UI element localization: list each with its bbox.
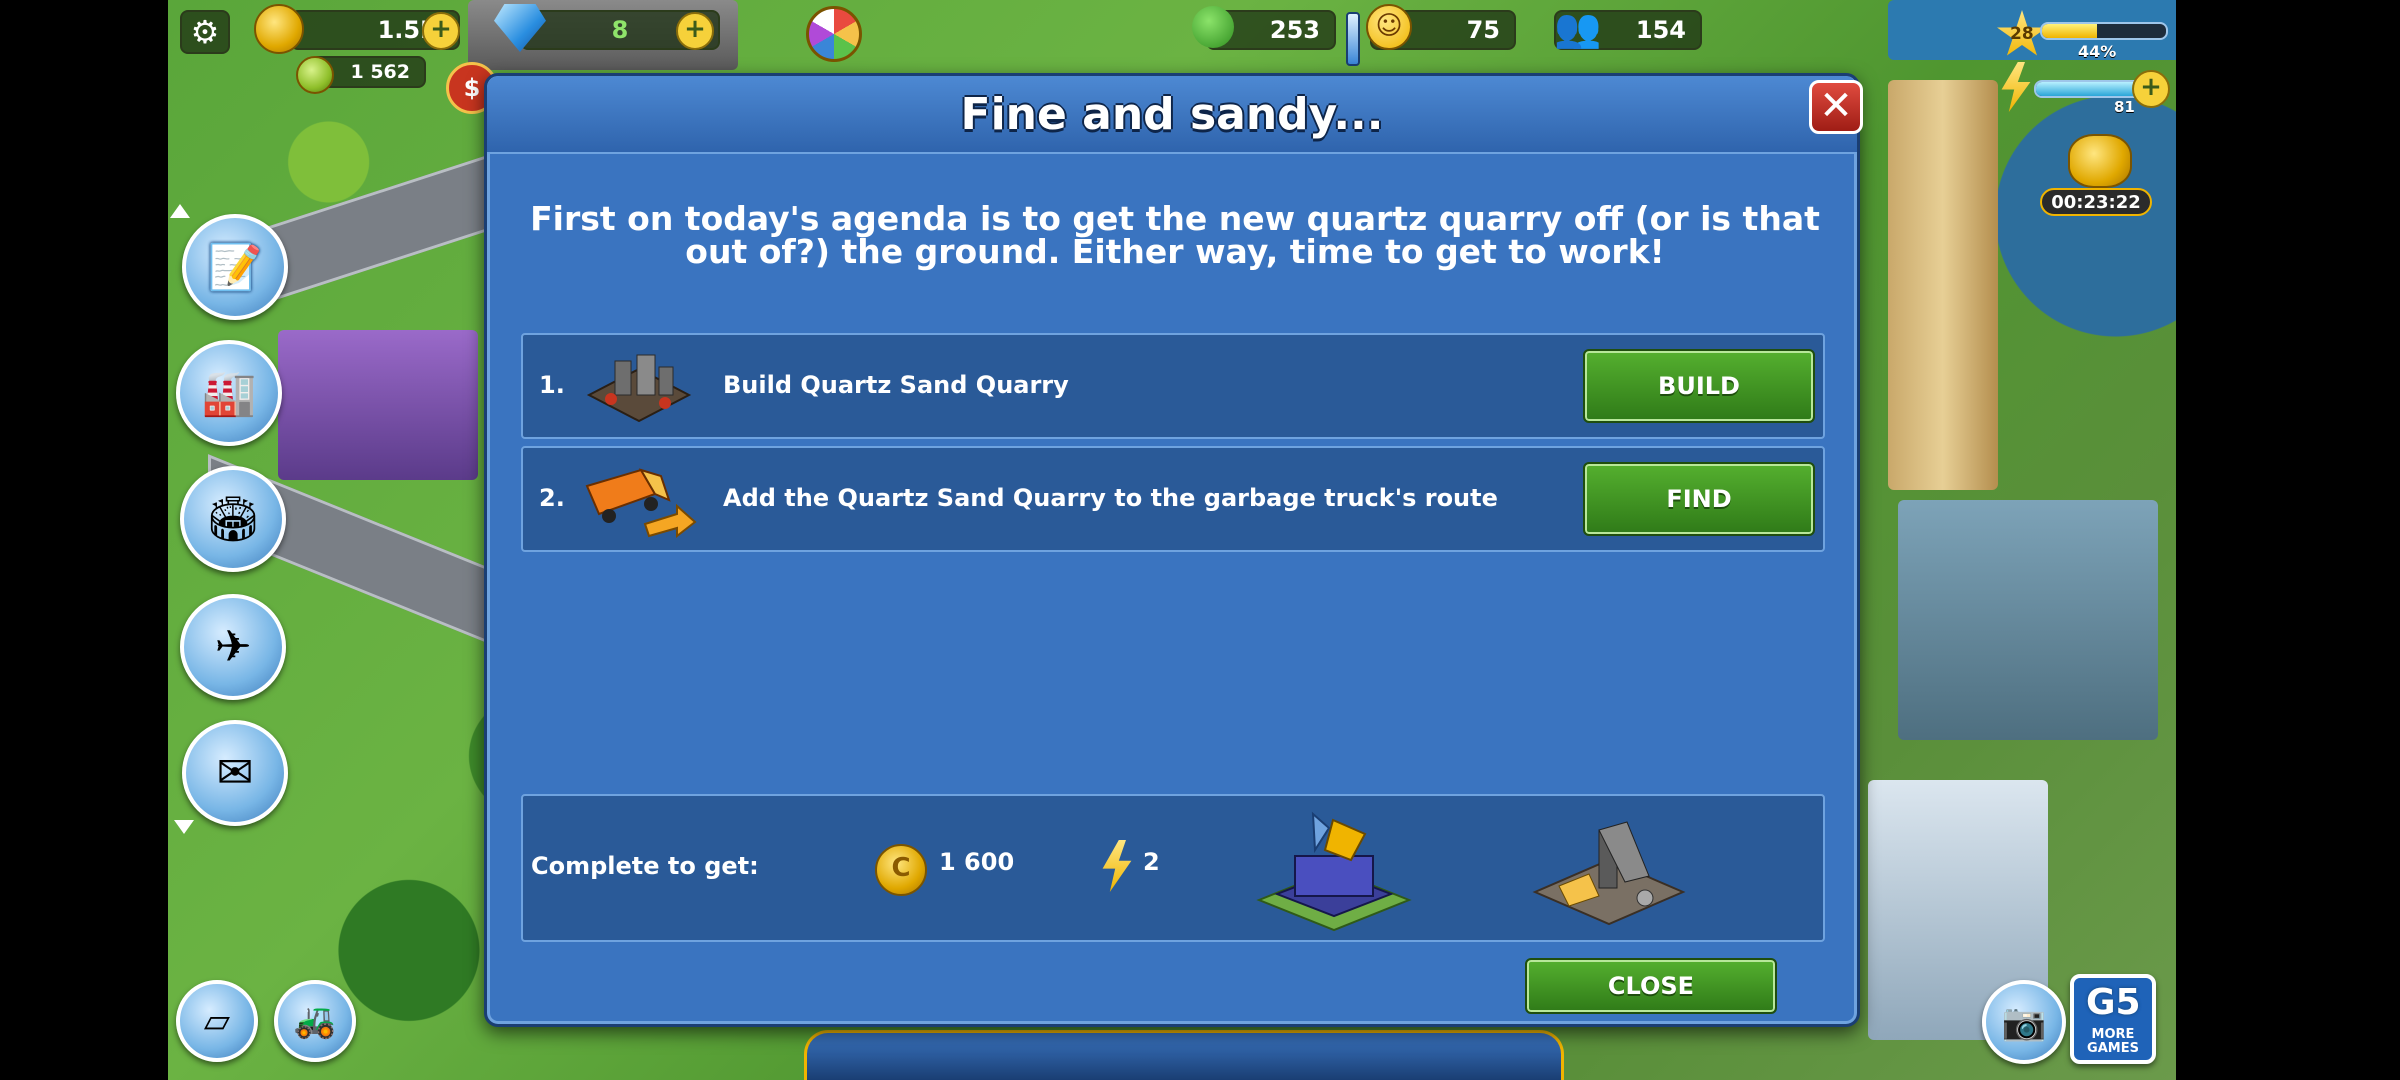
stadium-button[interactable]: 🏟 [180,466,286,572]
task-row: 1. Build Quartz Sand Quarry BUILD [521,333,1825,439]
airport-button[interactable]: ✈ [180,594,286,700]
airport-icon: ✈ [214,621,252,673]
bonus-timer-value: 00:23:22 [2051,192,2141,213]
g5-mail-button[interactable]: ✉ [182,720,288,826]
xp-bar-fill [2042,24,2097,38]
smiley-icon: ☺ [1366,4,1412,50]
energy-value: 81 [2114,98,2135,116]
energy-bar-fill [2036,82,2137,96]
g5-logo-icon: G5 [2086,982,2141,1023]
camera-icon: 📷 [2001,1002,2047,1043]
population-icon: 👥 [1554,6,1602,50]
g5-mail-icon: ✉ [216,747,254,799]
level-value: 28 [2010,24,2034,44]
gems-value: 8 [611,16,629,44]
close-icon: ✕ [1819,83,1853,129]
settings-button[interactable]: ⚙ [180,10,230,54]
reward-quarry-icon [1529,816,1689,932]
reward-building-icon [1255,810,1413,934]
close-x-button[interactable]: ✕ [1809,80,1863,134]
g5-notepad-icon: 📝 [207,242,263,293]
camera-button[interactable]: 📷 [1982,980,2066,1064]
cash-value: 1 562 [350,61,411,83]
scroll-down-arrow-icon[interactable] [174,820,194,834]
scroll-up-arrow-icon[interactable] [170,204,190,218]
more-games-label: MORE GAMES [2087,1027,2139,1056]
close-button[interactable]: CLOSE [1525,958,1777,1014]
factory-button[interactable]: 🏭 [176,340,282,446]
fortune-wheel-icon[interactable] [806,6,862,62]
population-value: 154 [1635,16,1686,44]
bulldozer-icon: 🚜 [293,1001,337,1041]
road-tool-button[interactable]: ▱ [176,980,258,1062]
add-energy-button[interactable]: + [2132,70,2170,108]
tree-icon [1192,6,1234,48]
building[interactable] [278,330,478,480]
eco-gauge-icon [1346,12,1360,66]
g5-notepad-button[interactable]: 📝 [182,214,288,320]
reward-label: Complete to get: [531,852,759,880]
bonus-timer: 00:23:22 [2040,188,2152,216]
clock-tower[interactable] [1888,80,1998,490]
xp-bar [2040,22,2168,40]
quarry-icon [581,347,697,427]
garbage-truck-icon [581,460,697,540]
find-button[interactable]: FIND [1583,462,1815,536]
building[interactable] [1898,500,2158,740]
add-coins-button[interactable]: + [422,12,460,50]
add-gems-button[interactable]: + [676,12,714,50]
more-games-button[interactable]: G5 MORE GAMES [2070,974,2156,1064]
coin-icon: C [875,844,927,896]
task-label: Build Quartz Sand Quarry [723,371,1069,399]
coin-stack-icon [254,4,304,54]
task-label: Add the Quartz Sand Quarry to the garbag… [723,484,1498,512]
reward-energy-value: 2 [1143,848,1160,876]
quest-dialog: Fine and sandy... ✕ First on today's age… [484,73,1863,1027]
reward-coins-value: 1 600 [939,848,1015,876]
energy-bolt-icon [1102,840,1132,892]
road-icon: ▱ [203,1001,231,1041]
cash-icon [296,56,334,94]
build-button[interactable]: BUILD [1583,349,1815,423]
trees-value: 253 [1269,16,1320,44]
dialog-title: Fine and sandy... [960,89,1384,140]
factory-icon: 🏭 [201,368,257,419]
xp-percent: 44% [2078,42,2117,61]
task-number: 1. [539,371,565,399]
stadium-icon: 🏟 [205,494,261,545]
bottom-toolbar[interactable] [804,1030,1564,1080]
bulldozer-button[interactable]: 🚜 [274,980,356,1062]
reward-panel: Complete to get: C 1 600 2 [521,794,1825,942]
happiness-value: 75 [1466,16,1500,44]
task-number: 2. [539,484,565,512]
task-row: 2. Add the Quartz Sand Quarry to the gar… [521,446,1825,552]
gear-icon: ⚙ [190,13,220,51]
bonus-coins-icon[interactable] [2068,134,2132,188]
dialog-intro-text: First on today's agenda is to get the ne… [530,199,1820,271]
